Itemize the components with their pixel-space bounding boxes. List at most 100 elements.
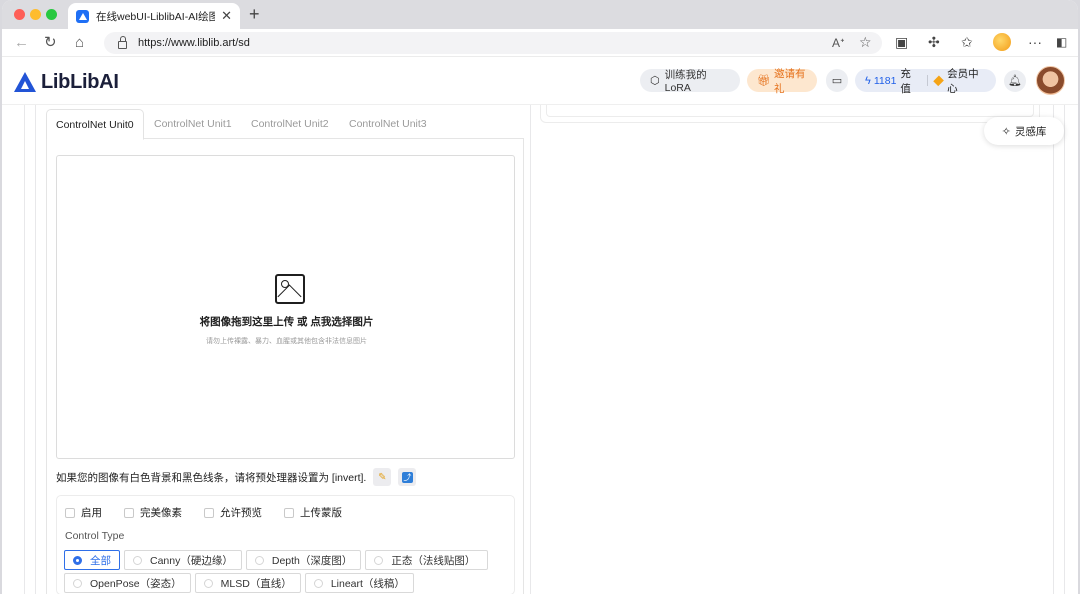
dropzone-title: 将图像拖到这里上传 或 点我选择图片	[199, 316, 374, 328]
divider	[24, 105, 25, 594]
checkbox-box[interactable]	[204, 507, 214, 518]
main-content: ✧ 灵感库 ControlNet Unit0 ControlNet Unit1 …	[2, 105, 1078, 594]
invite-button[interactable]: 🎁︎ 邀请有礼	[747, 68, 817, 95]
divider	[926, 75, 928, 86]
radio-dot	[203, 578, 213, 588]
extension-icon[interactable]: ▣	[895, 34, 908, 51]
sparkle-icon: ✧	[1001, 125, 1011, 138]
lightning-icon: ϟ	[865, 74, 871, 87]
profile-icon[interactable]	[993, 33, 1011, 51]
controlnet-unit-body: 将图像拖到这里上传 或 点我选择图片 请勿上传裸露、暴力、血腥或其他包含非法信息…	[46, 139, 524, 594]
tab-controlnet-unit1[interactable]: ControlNet Unit1	[154, 109, 232, 139]
new-tab-button[interactable]: +	[249, 4, 260, 25]
divider	[35, 105, 36, 594]
membership-link[interactable]: 会员中心	[947, 66, 986, 96]
upload-mask-checkbox[interactable]: 上传蒙版	[284, 505, 342, 520]
radio-label: Canny（硬边缘）	[150, 554, 233, 567]
pixel-perfect-checkbox[interactable]: 完美像素	[124, 505, 182, 520]
dropzone-note: 请勿上传裸露、暴力、血腥或其他包含非法信息图片	[206, 338, 367, 345]
reload-icon[interactable]: ↻	[44, 34, 57, 51]
control-type-row: 全部 Canny（硬边缘） Depth（深度图） 正态（法线贴图）	[64, 550, 492, 570]
radio-dot	[133, 555, 142, 565]
radio-dot	[374, 555, 384, 565]
allow-preview-checkbox[interactable]: 允许预览	[204, 505, 262, 520]
radio-label: Lineart（线稿）	[330, 577, 405, 590]
controlnet-options: 启用 完美像素 允许预览 上传蒙版 Control Type 全部 Canny（…	[56, 495, 515, 594]
tab-controlnet-unit0[interactable]: ControlNet Unit0	[46, 109, 144, 140]
liblib-logo[interactable]: LibLibAI	[14, 71, 119, 94]
tab-strip: 在线webUI-LiblibAI-AI绘图工具 ✕ +	[2, 0, 1078, 29]
image-icon	[275, 274, 305, 304]
site-header: LibLibAI ⬡ 训练我的LoRA 🎁︎ 邀请有礼 ▭ ϟ 1181 充值 …	[2, 57, 1078, 105]
edit-button[interactable]: ✎	[373, 468, 392, 486]
avatar[interactable]	[1036, 66, 1065, 95]
recharge-link[interactable]: 充值	[900, 66, 919, 96]
radio-label: OpenPose（姿态）	[90, 577, 182, 590]
tab-close-icon[interactable]: ✕	[221, 8, 232, 24]
radio-dot	[73, 578, 82, 588]
radio-label: 正态（法线贴图）	[391, 554, 476, 567]
browser-toolbar: ← ↻ ⌂ https://www.liblib.art/sd Aᐩ ☆ ▣ ✣…	[2, 29, 1078, 57]
swap-button[interactable]: ⤴	[398, 468, 417, 486]
radio-label: Depth（深度图）	[271, 554, 353, 567]
control-type-mlsd[interactable]: MLSD（直线）	[194, 573, 301, 593]
logo-text: LibLibAI	[41, 71, 119, 93]
train-lora-button[interactable]: ⬡ 训练我的LoRA	[640, 69, 740, 94]
puzzle-icon[interactable]: ✣	[928, 34, 940, 51]
favorite-star-icon[interactable]: ☆	[859, 34, 872, 51]
control-type-lineart[interactable]: Lineart（线稿）	[304, 573, 414, 593]
liblib-logo-icon	[14, 72, 37, 93]
checkbox-box[interactable]	[65, 507, 75, 518]
checkbox-label: 启用	[81, 507, 102, 519]
enable-checkbox[interactable]: 启用	[65, 505, 102, 520]
invert-hint-text: 如果您的图像有白色背景和黑色线条，请将预处理器设置为 [invert].	[56, 471, 367, 484]
invite-label: 邀请有礼	[773, 67, 806, 95]
radio-dot	[254, 555, 264, 565]
control-type-openpose[interactable]: OpenPose（姿态）	[64, 573, 191, 593]
tab-controlnet-unit3[interactable]: ControlNet Unit3	[349, 109, 427, 139]
folder-button[interactable]: ▭	[826, 69, 848, 92]
preview-card-inner	[546, 105, 1034, 117]
read-aloud-icon[interactable]: Aᐩ	[832, 36, 845, 50]
browser-tab[interactable]: 在线webUI-LiblibAI-AI绘图工具 ✕	[68, 3, 240, 29]
favorites-icon[interactable]: ✩	[961, 34, 973, 51]
maximize-window-button[interactable]	[46, 9, 57, 20]
url-text[interactable]: https://www.liblib.art/sd	[138, 37, 250, 49]
control-type-all[interactable]: 全部	[64, 550, 120, 570]
close-window-button[interactable]	[14, 9, 25, 20]
controlnet-tabs: ControlNet Unit0 ControlNet Unit1 Contro…	[46, 109, 524, 140]
control-type-depth[interactable]: Depth（深度图）	[245, 550, 362, 570]
radio-dot	[73, 555, 82, 565]
pencil-icon: ✎	[378, 471, 387, 483]
minimize-window-button[interactable]	[30, 9, 41, 20]
checkbox-label: 上传蒙版	[300, 507, 342, 519]
checkbox-box[interactable]	[124, 507, 134, 518]
lock-icon	[118, 35, 127, 49]
invert-hint-row: 如果您的图像有白色背景和黑色线条，请将预处理器设置为 [invert]. ✎ ⤴	[56, 467, 516, 487]
diamond-icon	[933, 75, 944, 86]
checkbox-row: 启用 完美像素 允许预览 上传蒙版	[65, 505, 364, 520]
address-bar[interactable]: https://www.liblib.art/sd Aᐩ ☆	[104, 32, 882, 54]
image-upload-dropzone[interactable]: 将图像拖到这里上传 或 点我选择图片 请勿上传裸露、暴力、血腥或其他包含非法信息…	[56, 155, 515, 459]
liblib-favicon-icon	[76, 9, 89, 23]
sidebar-icon[interactable]: ◧	[1056, 34, 1067, 51]
credits-pill: ϟ 1181 充值 会员中心	[855, 68, 996, 95]
gift-icon: 🎁︎	[757, 75, 771, 87]
home-icon[interactable]: ⌂	[75, 34, 84, 51]
inspiration-label: 灵感库	[1014, 125, 1047, 138]
credits-count: 1181	[873, 74, 897, 87]
tab-controlnet-unit2[interactable]: ControlNet Unit2	[251, 109, 329, 139]
control-type-normal[interactable]: 正态（法线贴图）	[365, 550, 489, 570]
radio-dot	[313, 578, 323, 588]
control-type-row: OpenPose（姿态） MLSD（直线） Lineart（线稿）	[64, 573, 418, 593]
control-type-canny[interactable]: Canny（硬边缘）	[124, 550, 242, 570]
train-lora-label: 训练我的LoRA	[664, 69, 707, 94]
checkbox-label: 完美像素	[140, 507, 182, 519]
inspiration-library-button[interactable]: ✧ 灵感库	[984, 117, 1064, 145]
back-icon[interactable]: ←	[14, 34, 29, 51]
controlnet-panel: ControlNet Unit0 ControlNet Unit1 Contro…	[46, 109, 524, 594]
checkbox-box[interactable]	[284, 507, 294, 518]
control-type-label: Control Type	[65, 530, 125, 542]
notification-bell-icon[interactable]: 🔔︎	[1004, 70, 1026, 92]
more-icon[interactable]: ···	[1028, 34, 1042, 51]
